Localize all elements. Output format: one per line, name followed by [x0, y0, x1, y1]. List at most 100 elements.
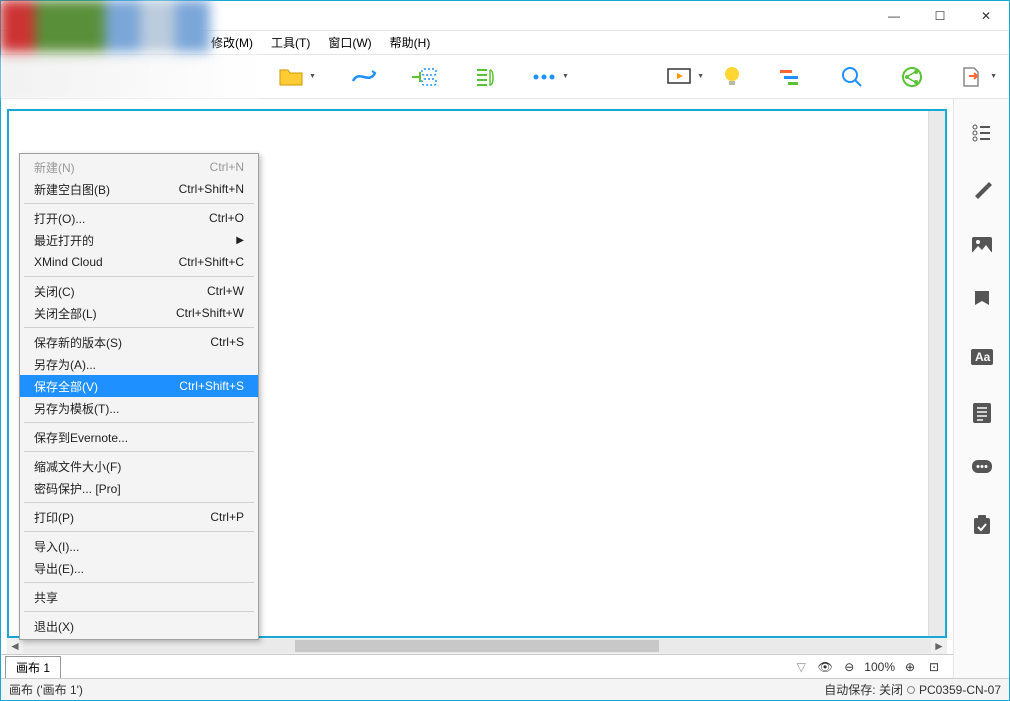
dropdown-icon[interactable]: ▼ [309, 73, 316, 80]
menu-separator [24, 203, 254, 204]
search-icon[interactable] [836, 61, 868, 93]
file-menu: 新建(N)Ctrl+N新建空白图(B)Ctrl+Shift+N打开(O)...C… [19, 153, 259, 640]
marker-icon[interactable] [968, 287, 996, 315]
right-sidebar: Aa [953, 99, 1009, 678]
sheet-tab[interactable]: 画布 1 [5, 656, 61, 678]
relationship-icon[interactable] [348, 61, 380, 93]
more-icon[interactable] [528, 61, 560, 93]
menu-item[interactable]: 共享 [20, 586, 258, 608]
eye-icon[interactable]: 👁 [816, 660, 834, 674]
menu-item[interactable]: 保存全部(V)Ctrl+Shift+S [20, 375, 258, 397]
sheet-bar: 画布 1 ▽ 👁 ⊖ 100% ⊕ ⊡ [1, 654, 953, 678]
app-window: — ☐ ✕ 修改(M) 工具(T) 窗口(W) 帮助(H) ▼ ▼ [0, 0, 1010, 701]
menu-item-label: 共享 [34, 589, 244, 606]
zoom-level: 100% [864, 660, 895, 674]
menu-item-shortcut: Ctrl+Shift+C [179, 255, 244, 269]
menu-separator [24, 582, 254, 583]
dropdown-icon[interactable]: ▼ [697, 73, 704, 80]
notes-icon[interactable] [968, 399, 996, 427]
menu-separator [24, 327, 254, 328]
menu-item[interactable]: 缩减文件大小(F) [20, 455, 258, 477]
menu-item[interactable]: 最近打开的▶ [20, 229, 258, 251]
presentation-icon[interactable] [663, 61, 695, 93]
share-icon[interactable] [896, 61, 928, 93]
menu-item-label: 关闭(C) [34, 283, 207, 300]
idea-icon[interactable] [716, 61, 748, 93]
folder-icon[interactable] [275, 61, 307, 93]
menu-item-label: 新建(N) [34, 159, 210, 176]
horizontal-scrollbar[interactable]: ◄ ► [7, 638, 947, 654]
menu-item[interactable]: 另存为(A)... [20, 353, 258, 375]
workspace: ◄ ► 画布 1 ▽ 👁 ⊖ 100% ⊕ ⊡ [1, 99, 1009, 678]
menu-item-label: 导出(E)... [34, 560, 244, 577]
menu-item[interactable]: 退出(X) [20, 615, 258, 637]
menu-item-label: 保存到Evernote... [34, 429, 244, 446]
menu-item[interactable]: 新建(N)Ctrl+N [20, 156, 258, 178]
menu-item[interactable]: 关闭全部(L)Ctrl+Shift+W [20, 302, 258, 324]
image-icon[interactable] [968, 231, 996, 259]
menu-separator [24, 422, 254, 423]
boundary-icon[interactable] [408, 61, 440, 93]
menu-item-label: 退出(X) [34, 618, 244, 635]
menu-item[interactable]: 导入(I)... [20, 535, 258, 557]
dropdown-icon[interactable]: ▼ [562, 73, 569, 80]
zoom-out-icon[interactable]: ⊖ [840, 660, 858, 674]
filter-icon[interactable]: ▽ [792, 660, 810, 674]
gantt-icon[interactable] [776, 61, 808, 93]
maximize-button[interactable]: ☐ [917, 1, 963, 31]
comments-icon[interactable] [968, 455, 996, 483]
menu-item-label: 缩减文件大小(F) [34, 458, 244, 475]
menu-item-shortcut: Ctrl+Shift+N [179, 182, 244, 196]
statusbar: 画布 ('画布 1') 自动保存: 关闭 PC0359-CN-07 [1, 678, 1009, 700]
font-icon[interactable]: Aa [968, 343, 996, 371]
menu-item[interactable]: 密码保护... [Pro] [20, 477, 258, 499]
menu-item[interactable]: 新建空白图(B)Ctrl+Shift+N [20, 178, 258, 200]
export-icon[interactable] [956, 61, 988, 93]
scroll-thumb[interactable] [295, 640, 658, 652]
menu-item-shortcut: Ctrl+W [207, 284, 244, 298]
menu-item-shortcut: Ctrl+P [210, 510, 244, 524]
task-icon[interactable] [968, 511, 996, 539]
menu-item-label: 关闭全部(L) [34, 305, 176, 322]
menu-item-label: 打印(P) [34, 509, 210, 526]
menu-separator [24, 531, 254, 532]
menu-help[interactable]: 帮助(H) [382, 31, 439, 54]
menu-modify[interactable]: 修改(M) [211, 31, 261, 54]
scroll-right-icon[interactable]: ► [931, 639, 947, 653]
zoom-fit-icon[interactable]: ⊡ [925, 660, 943, 674]
menu-tools[interactable]: 工具(T) [263, 31, 318, 54]
menu-separator [24, 451, 254, 452]
status-host: PC0359-CN-07 [919, 683, 1001, 697]
menu-item-label: 打开(O)... [34, 210, 209, 227]
status-autosave: 自动保存: 关闭 [824, 681, 903, 698]
menu-window[interactable]: 窗口(W) [320, 31, 379, 54]
submenu-arrow-icon: ▶ [236, 235, 244, 246]
dropdown-icon[interactable]: ▼ [990, 73, 997, 80]
menu-item[interactable]: 关闭(C)Ctrl+W [20, 280, 258, 302]
outline-icon[interactable] [968, 119, 996, 147]
menu-item-label: 保存新的版本(S) [34, 334, 210, 351]
menu-item[interactable]: 保存到Evernote... [20, 426, 258, 448]
menu-item[interactable]: 打开(O)...Ctrl+O [20, 207, 258, 229]
menu-item-label: 新建空白图(B) [34, 181, 179, 198]
menu-item[interactable]: 导出(E)... [20, 557, 258, 579]
minimize-button[interactable]: — [871, 1, 917, 31]
menu-item-label: 另存为(A)... [34, 356, 244, 373]
menu-item[interactable]: XMind CloudCtrl+Shift+C [20, 251, 258, 273]
zoom-in-icon[interactable]: ⊕ [901, 660, 919, 674]
zoom-controls: ▽ 👁 ⊖ 100% ⊕ ⊡ [792, 660, 949, 674]
menu-item-label: 导入(I)... [34, 538, 244, 555]
menu-item[interactable]: 保存新的版本(S)Ctrl+S [20, 331, 258, 353]
format-icon[interactable] [968, 175, 996, 203]
close-button[interactable]: ✕ [963, 1, 1009, 31]
menu-item-label: 密码保护... [Pro] [34, 480, 244, 497]
scroll-track[interactable] [23, 639, 931, 653]
menu-item-label: 保存全部(V) [34, 378, 179, 395]
summary-icon[interactable] [468, 61, 500, 93]
title-blur-region [0, 0, 210, 52]
status-canvas-label: 画布 ('画布 1') [9, 681, 83, 698]
scroll-left-icon[interactable]: ◄ [7, 639, 23, 653]
menu-separator [24, 611, 254, 612]
menu-item[interactable]: 另存为模板(T)... [20, 397, 258, 419]
menu-item[interactable]: 打印(P)Ctrl+P [20, 506, 258, 528]
